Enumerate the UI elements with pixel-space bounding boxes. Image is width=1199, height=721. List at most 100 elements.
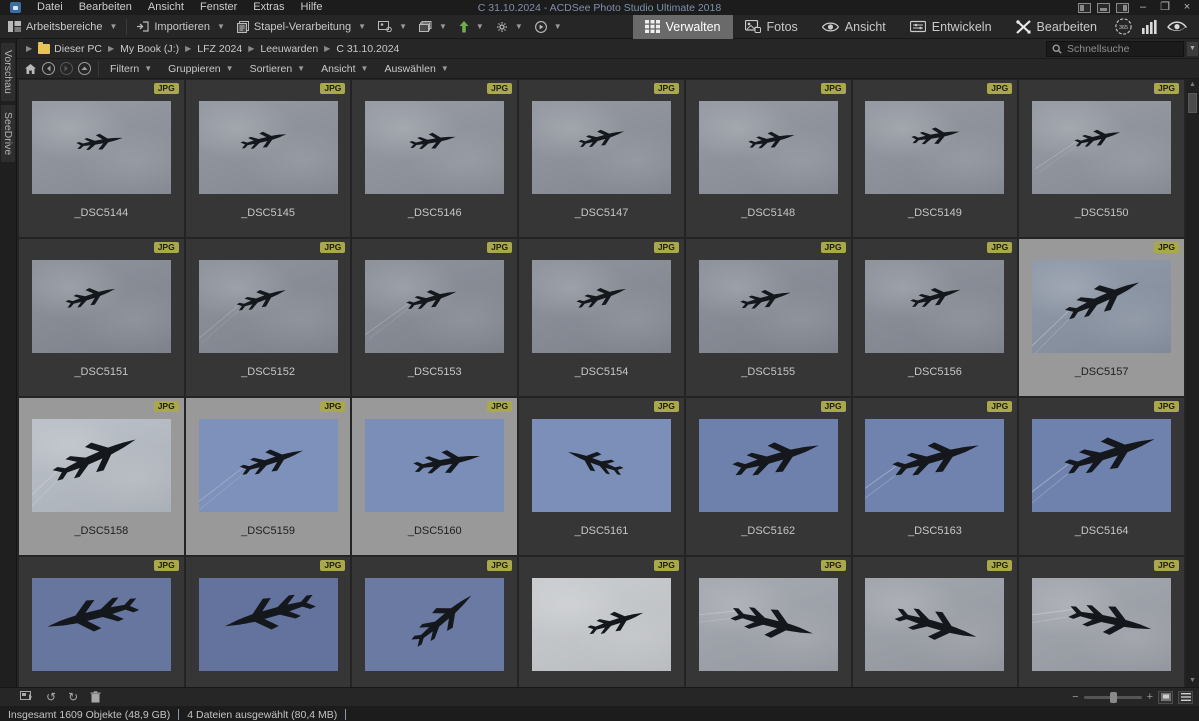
mode-entwickeln[interactable]: Entwickeln [898,15,1004,39]
photo-tile[interactable]: JPG_DSC5150 [1019,80,1184,237]
panel-bottom-toggle-icon[interactable] [1097,3,1110,13]
photo-tile[interactable]: JPG [186,557,351,687]
search-input[interactable]: Schnellsuche [1046,41,1184,57]
photo-tile[interactable]: JPG_DSC5152 [186,239,351,396]
side-tab-seedrive[interactable]: SeeDrive [1,105,15,162]
mode-bearbeiten[interactable]: Bearbeiten [1004,15,1109,39]
photo-tile[interactable]: JPG [352,557,517,687]
scroll-up-icon[interactable]: ▲ [1189,79,1196,91]
photo-tile[interactable]: JPG_DSC5144 [19,80,184,237]
jet-silhouette [72,127,125,157]
mode-ansicht[interactable]: Ansicht [810,15,898,39]
photo-tile[interactable]: JPG_DSC5155 [686,239,851,396]
rotate-left-icon[interactable]: ↺ [46,689,56,705]
filter-menu-sortieren[interactable]: Sortieren▼ [242,63,314,75]
breadcrumb-item[interactable]: C 31.10.2024 [336,43,399,55]
zoom-in-icon[interactable]: + [1147,691,1153,703]
acdsee-365-icon[interactable]: 365 [1115,18,1132,35]
restore-button[interactable]: ❐ [1157,1,1173,14]
toolbar: Arbeitsbereiche▼Importieren▼Stapel-Verar… [0,15,1199,39]
menubar: DateiBearbeitenAnsichtFensterExtrasHilfe [29,0,330,15]
minimize-button[interactable]: – [1135,1,1151,14]
toolbar-importieren-button[interactable]: Importieren▼ [130,17,231,37]
filter-menu-filtern[interactable]: Filtern▼ [102,63,160,75]
image-adjust-button[interactable]: ▼ [372,17,413,37]
chevron-right-icon: ▶ [179,44,197,53]
photo-tile[interactable]: JPG_DSC5161 [519,398,684,555]
settings-spark-button[interactable]: ▼ [490,17,529,37]
search-dropdown-button[interactable]: ▼ [1186,41,1199,57]
app-icon[interactable] [10,2,21,13]
toolbar-arbeitsbereiche-button[interactable]: Arbeitsbereiche▼ [2,17,123,37]
breadcrumb-item[interactable]: LFZ 2024 [197,43,242,55]
photo-tile[interactable]: JPG_DSC5159 [186,398,351,555]
photo-tile[interactable]: JPG [853,557,1018,687]
menu-extras[interactable]: Extras [245,0,292,15]
menu-ansicht[interactable]: Ansicht [140,0,192,15]
photo-tile[interactable]: JPG_DSC5158 [19,398,184,555]
panel-left-toggle-icon[interactable] [1078,3,1091,13]
acdsee-logo-icon[interactable] [1167,20,1187,33]
photo-tile[interactable]: JPG [19,557,184,687]
photo-tile[interactable]: JPG_DSC5151 [19,239,184,396]
menu-hilfe[interactable]: Hilfe [292,0,330,15]
delete-icon[interactable] [90,691,101,703]
scroll-down-icon[interactable]: ▼ [1189,675,1196,687]
mode-verwalten[interactable]: Verwalten [633,15,733,39]
close-button[interactable]: × [1179,1,1195,14]
photo-tile[interactable]: JPG_DSC5147 [519,80,684,237]
details-view-button[interactable] [1178,691,1193,704]
menu-bearbeiten[interactable]: Bearbeiten [71,0,140,15]
photo-tile[interactable]: JPG [519,557,684,687]
photo-tile[interactable]: JPG_DSC5145 [186,80,351,237]
upload-button[interactable]: ▼ [453,17,490,37]
toolbar-stapel-verarbeitung-button[interactable]: Stapel-Verarbeitung▼ [231,17,372,37]
breadcrumb-item[interactable]: Leeuwarden [260,43,318,55]
file-format-badge: JPG [487,560,512,571]
photo-tile[interactable]: JPG_DSC5157 [1019,239,1184,396]
photo-tile[interactable]: JPG_DSC5148 [686,80,851,237]
photo-tile[interactable]: JPG [1019,557,1184,687]
play-button[interactable]: ▼ [529,17,568,37]
photo-tile[interactable]: JPG [686,557,851,687]
jet-silhouette [1054,419,1163,491]
photo-tile[interactable]: JPG_DSC5153 [352,239,517,396]
breadcrumb-item[interactable]: Dieser PC [54,43,102,55]
filter-menu-gruppieren[interactable]: Gruppieren▼ [160,63,241,75]
export-icon[interactable] [20,691,34,703]
filter-menu-ansicht[interactable]: Ansicht▼ [313,63,376,75]
file-name: _DSC5148 [741,207,795,219]
status-selected: 4 Dateien ausgewählt (80,4 MB) [187,709,337,721]
photo-tile[interactable]: JPG_DSC5160 [352,398,517,555]
mode-fotos[interactable]: Fotos [733,15,810,39]
breadcrumb-item[interactable]: My Book (J:) [120,43,179,55]
up-icon[interactable] [77,62,91,76]
panel-right-toggle-icon[interactable] [1116,3,1129,13]
side-tab-vorschau[interactable]: Vorschau [1,43,15,101]
photo-tile[interactable]: JPG_DSC5154 [519,239,684,396]
thumbnail-view-button[interactable] [1158,691,1173,704]
back-icon[interactable] [41,62,55,76]
photo-stack-button[interactable]: ▼ [413,17,453,37]
forward-icon[interactable] [59,62,73,76]
file-name: _DSC5158 [74,525,128,537]
photo-tile[interactable]: JPG_DSC5156 [853,239,1018,396]
photo-tile[interactable]: JPG_DSC5164 [1019,398,1184,555]
home-icon[interactable] [23,62,37,76]
zoom-slider-thumb[interactable] [1110,692,1117,703]
file-name: _DSC5145 [241,207,295,219]
menu-datei[interactable]: Datei [29,0,71,15]
zoom-slider[interactable] [1084,696,1142,699]
scrollbar[interactable]: ▲ ▼ [1186,79,1199,687]
photo-tile[interactable]: JPG_DSC5149 [853,80,1018,237]
photo-tile[interactable]: JPG_DSC5146 [352,80,517,237]
menu-fenster[interactable]: Fenster [192,0,245,15]
rotate-right-icon[interactable]: ↻ [68,689,78,705]
zoom-out-icon[interactable]: − [1072,691,1078,703]
scrollbar-thumb[interactable] [1188,93,1197,113]
dashboard-icon[interactable] [1142,20,1157,34]
toolbar-button-label: Importieren [154,21,210,33]
photo-tile[interactable]: JPG_DSC5163 [853,398,1018,555]
photo-tile[interactable]: JPG_DSC5162 [686,398,851,555]
filter-menu-auswahlen[interactable]: Auswählen▼ [376,63,456,75]
